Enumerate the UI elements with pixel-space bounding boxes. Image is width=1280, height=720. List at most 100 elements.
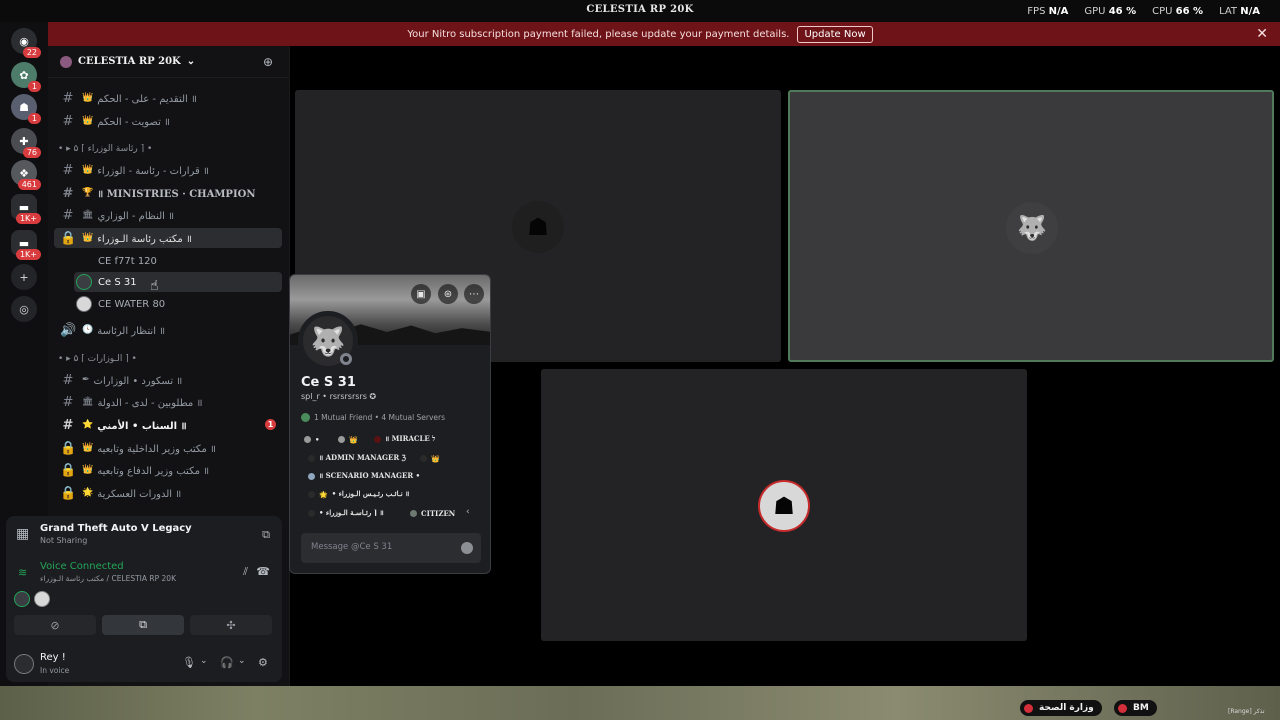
participant-tile[interactable]: ☗ [541, 369, 1027, 641]
noise-suppression-icon[interactable]: ⫽ [243, 565, 248, 579]
hash-icon: # [62, 394, 74, 410]
lock-icon: 🔒 [60, 440, 77, 456]
role-pill: • [304, 432, 319, 446]
locked-channel[interactable]: 🔒 🌟 الدورات العسكرية ॥ [54, 483, 282, 503]
more-icon[interactable]: ⋯ [464, 284, 484, 304]
voice-connected-label[interactable]: Voice Connected [40, 561, 124, 572]
activities-icon: ✣ [226, 618, 236, 632]
crown-icon: 👑 [82, 93, 94, 103]
folder-icon[interactable]: ▬ 1K+ [11, 230, 41, 260]
close-icon[interactable]: ✕ [1256, 26, 1268, 42]
category-header[interactable]: • ▸ ۵ ⌈ الـوزارات ⌉ • [58, 354, 137, 364]
avatar [76, 274, 92, 290]
avatar [301, 413, 310, 422]
badge-icon: ✪ [369, 392, 377, 401]
crown-icon: 👑 [431, 453, 440, 463]
user-profile-popout: ▣ ⊛ ⋯ 🐺 Ce S 31 spl_r • rsrsrsrsrs ✪ 1 M… [289, 274, 491, 574]
record-icon [1118, 703, 1127, 713]
crown-icon: 👑 [82, 233, 94, 243]
discover-icon[interactable]: ◎ [11, 296, 37, 322]
crown-icon: 👑 [82, 165, 94, 175]
voice-channel[interactable]: 🔊 🕓 انتظار الرئاسة ॥ [54, 320, 282, 340]
hash-icon: # [62, 417, 74, 433]
server-icon[interactable]: ❖ 461 [11, 160, 41, 190]
screen-share-icon: ⧉ [139, 618, 147, 631]
folder-icon[interactable]: ▬ 1K+ [11, 194, 41, 224]
update-now-button[interactable]: Update Now [797, 25, 873, 43]
server-icon[interactable]: ✚ 76 [11, 128, 41, 158]
avatar[interactable] [14, 591, 30, 607]
perf-overlay: FPS N/A GPU 46 % CPU 66 % LAT N/A [1027, 6, 1260, 17]
nitro-payment-banner: Your Nitro subscription payment failed, … [0, 22, 1280, 46]
headphones-icon[interactable]: 🎧 [220, 656, 234, 669]
user-name[interactable]: Rey ! [40, 652, 66, 663]
server-name: CELESTIA RP 20K [78, 56, 181, 67]
discord-home-icon[interactable]: ◉ 22 [11, 28, 41, 58]
avatar [76, 253, 92, 269]
gpu-readout: GPU 46 % [1084, 6, 1137, 17]
server-icon[interactable]: ☗ 1 [11, 94, 41, 124]
participant-tile-speaking[interactable]: 🐺 [788, 90, 1274, 362]
connection-signal-icon[interactable]: ≋ [18, 566, 27, 579]
avatar: ☗ [758, 480, 810, 532]
emoji-icon[interactable] [461, 542, 473, 554]
role-pill: ॥ MIRACLE ל [374, 432, 435, 446]
voice-channel-path[interactable]: مكتب رئاسة الـوزراء / CELESTIA RP 20K [40, 574, 176, 583]
disconnect-icon[interactable]: ☎ [256, 565, 270, 578]
building-icon: 🏛 [82, 397, 94, 407]
trophy-icon: 🏆 [82, 188, 94, 198]
text-channel[interactable]: # 👑 تصويت - الحكم ॥ [54, 111, 282, 131]
add-server-icon[interactable]: + [11, 264, 37, 290]
bm-hud: BM [1114, 700, 1157, 716]
chevron-left-icon[interactable]: ‹ [466, 507, 470, 517]
role-pill: 👑 [338, 432, 362, 446]
activities-button[interactable]: ✣ [190, 615, 272, 635]
avatar[interactable] [34, 591, 50, 607]
voice-user[interactable]: CE WATER 80 [74, 294, 282, 314]
screen-share-icon[interactable]: ⧉ [262, 528, 270, 542]
camera-button[interactable]: ⊘ [14, 615, 96, 635]
chevron-down-icon[interactable]: ⌄ [238, 656, 246, 666]
voice-user[interactable]: CE f77t 120 [74, 251, 282, 271]
lock-icon: 🔒 [60, 462, 77, 478]
ministry-hud: وزارة الصحة [1020, 700, 1102, 716]
lat-readout: LAT N/A [1219, 6, 1260, 17]
hash-icon: # [62, 90, 74, 106]
lock-icon: 🔒 [60, 230, 77, 246]
banner-text: Your Nitro subscription payment failed, … [407, 28, 790, 40]
locked-channel[interactable]: 🔒 👑 مكتب وزير الدفاع وتابعيه ॥ [54, 460, 282, 480]
server-icon[interactable]: ✿ 1 [11, 62, 41, 92]
role-pill: CITIZEN [410, 506, 455, 520]
message-input[interactable]: Message @Ce S 31 [301, 533, 481, 563]
chevron-down-icon[interactable]: ⌄ [200, 656, 208, 666]
text-channel-unread[interactable]: # ⭐ السناب • الأمني ॥ 1 [54, 415, 282, 435]
microphone-icon[interactable]: 🎙 [182, 656, 196, 669]
text-channel[interactable]: # 🏛 مطلوبين - لدى - الدولة ॥ [54, 392, 282, 412]
add-friend-icon[interactable]: ▣ [411, 284, 431, 304]
invite-people-icon[interactable]: ⊕ [263, 55, 273, 69]
screen-share-button[interactable]: ⧉ [102, 615, 184, 635]
hash-icon: # [62, 207, 74, 223]
server-header[interactable]: CELESTIA RP 20K ⌄ [48, 46, 289, 78]
avatar[interactable] [14, 654, 34, 674]
hash-icon: # [62, 372, 74, 388]
text-channel[interactable]: # 🏆 ॥ MINISTRIES · CHAMPION [54, 183, 282, 203]
role-pill: • رئـاسـة الـوزراء ⌉ ॥ [308, 506, 384, 520]
text-channel[interactable]: # 🏛 النظام - الوزاري ॥ [54, 205, 282, 225]
sun-icon: 🌟 [319, 489, 328, 499]
crown-icon: 👑 [82, 465, 94, 475]
locked-channel[interactable]: 🔒 👑 مكتب وزير الداخلية وتابعيه ॥ [54, 438, 282, 458]
camera-off-icon: ⊘ [50, 618, 60, 632]
text-channel[interactable]: # 👑 التقديم - على - الحكم ॥ [54, 88, 282, 108]
mutual-info[interactable]: 1 Mutual Friend • 4 Mutual Servers [301, 413, 445, 422]
crown-icon: 👑 [349, 434, 358, 444]
profile-display-name: Ce S 31 [301, 375, 356, 390]
category-header[interactable]: • ▸ ۵ ⌈ رئاسة الوزراء ⌉ • [58, 144, 152, 154]
role-pill: 🌟 • نـائـب رئـيـس الـوزراء ॥ [308, 487, 409, 501]
voice-channel-selected[interactable]: 🔒 👑 مكتب رئاسة الـوزراء ॥ [54, 228, 282, 248]
text-channel[interactable]: # ✒ تسكورد • الوزارات ॥ [54, 370, 282, 390]
voice-user[interactable]: Ce S 31 [74, 272, 282, 292]
gear-icon[interactable]: ⚙ [258, 656, 268, 669]
text-channel[interactable]: # 👑 قرارات - رئاسة - الوزراء ॥ [54, 160, 282, 180]
profile-icon[interactable]: ⊛ [438, 284, 458, 304]
